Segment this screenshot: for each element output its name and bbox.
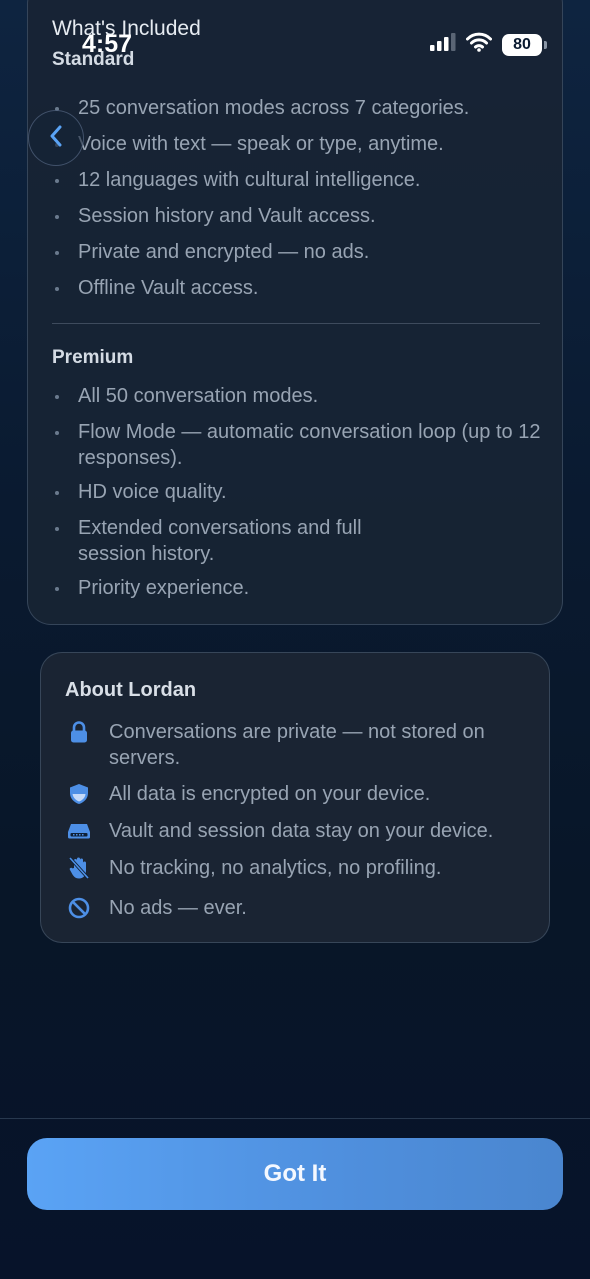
about-item-text: No tracking, no analytics, no profiling. bbox=[109, 857, 442, 879]
status-icons: 80 bbox=[430, 32, 547, 57]
premium-feature-list: All 50 conversation modes. Flow Mode — a… bbox=[52, 383, 542, 611]
section-divider bbox=[52, 323, 540, 324]
premium-section-title: Premium bbox=[52, 347, 134, 368]
list-item: HD voice quality. bbox=[52, 479, 542, 515]
lock-icon bbox=[65, 719, 93, 745]
whats-included-card: What's Included Standard 25 conversation… bbox=[27, 0, 563, 625]
got-it-button[interactable]: Got It bbox=[27, 1138, 563, 1210]
no-tracking-hand-icon bbox=[65, 855, 93, 881]
about-title: About Lordan bbox=[65, 679, 197, 701]
battery-indicator: 80 bbox=[502, 33, 547, 56]
list-item: Priority experience. bbox=[52, 575, 542, 611]
about-item-text: Vault and session data stay on your devi… bbox=[109, 820, 494, 842]
about-item-vault: Vault and session data stay on your devi… bbox=[65, 818, 535, 844]
list-item: Private and encrypted — no ads. bbox=[52, 239, 542, 275]
drive-icon bbox=[65, 818, 93, 844]
cellular-signal-icon bbox=[430, 33, 456, 56]
about-item-encrypted: All data is encrypted on your device. bbox=[65, 781, 535, 807]
status-bar: 4:57 80 bbox=[0, 0, 590, 90]
list-item: Extended conversations and full session … bbox=[52, 515, 542, 575]
list-item: Session history and Vault access. bbox=[52, 203, 542, 239]
standard-feature-list: 25 conversation modes across 7 categorie… bbox=[52, 95, 542, 311]
list-item: 25 conversation modes across 7 categorie… bbox=[52, 95, 542, 131]
about-item-text: No ads — ever. bbox=[109, 897, 247, 919]
list-item: Offline Vault access. bbox=[52, 275, 542, 311]
about-item-text: Conversations are private — not stored o… bbox=[109, 721, 485, 769]
status-time: 4:57 bbox=[82, 30, 133, 58]
wifi-icon bbox=[466, 32, 492, 57]
footer-divider bbox=[0, 1118, 590, 1119]
chevron-left-icon bbox=[49, 125, 63, 152]
list-item: All 50 conversation modes. bbox=[52, 383, 542, 419]
shield-icon bbox=[65, 781, 93, 807]
prohibited-icon bbox=[65, 895, 93, 921]
about-item-text: All data is encrypted on your device. bbox=[109, 783, 431, 805]
about-item-private: Conversations are private — not stored o… bbox=[65, 719, 535, 771]
list-item: Voice with text — speak or type, anytime… bbox=[52, 131, 542, 167]
back-button[interactable] bbox=[28, 110, 84, 166]
list-item: Flow Mode — automatic conversation loop … bbox=[52, 419, 542, 479]
about-card: About Lordan Conversations are private —… bbox=[40, 652, 550, 943]
list-item: 12 languages with cultural intelligence. bbox=[52, 167, 542, 203]
about-item-no-ads: No ads — ever. bbox=[65, 895, 535, 921]
about-item-no-tracking: No tracking, no analytics, no profiling. bbox=[65, 855, 535, 881]
